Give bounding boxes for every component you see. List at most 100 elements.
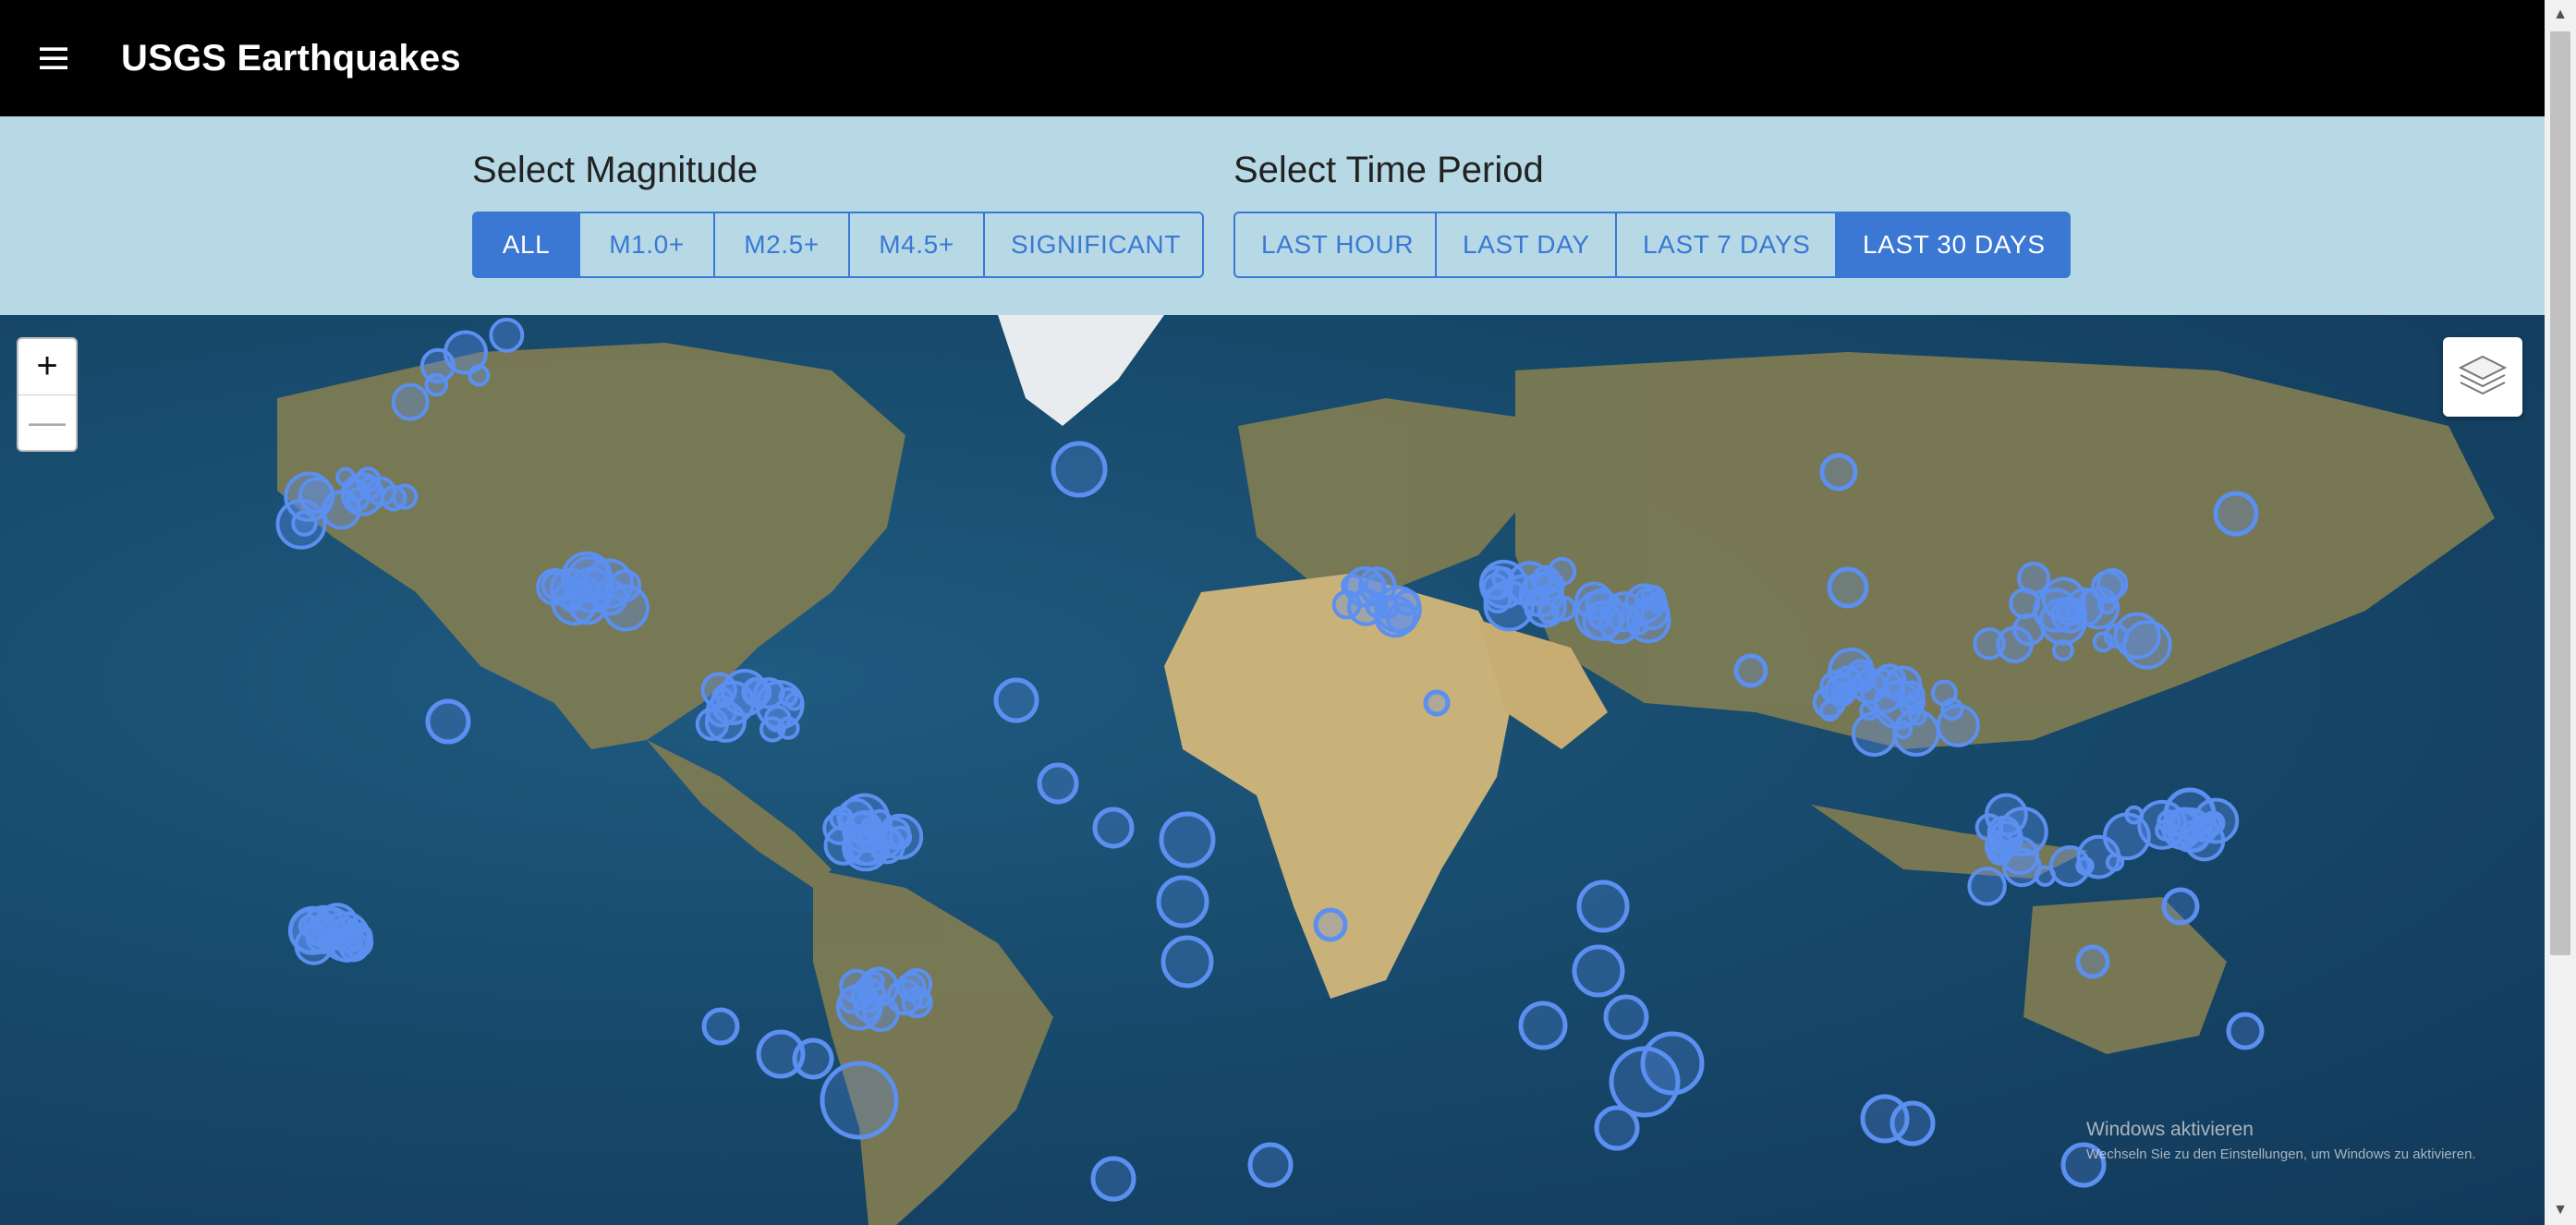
magnitude-all-button[interactable]: ALL [472,212,579,278]
earthquake-marker[interactable] [1603,994,1649,1040]
earthquake-marker[interactable] [2163,787,2217,841]
earthquake-marker[interactable] [2213,491,2259,537]
earthquake-marker[interactable] [2051,638,2074,661]
time-last-7-days-button[interactable]: LAST 7 DAYS [1616,212,1836,278]
earthquake-marker[interactable] [1967,867,2007,906]
earthquake-marker[interactable] [1940,697,1964,722]
earthquake-marker[interactable] [1037,762,1079,805]
earthquake-marker[interactable] [1247,1142,1294,1188]
earthquake-marker[interactable] [443,330,489,375]
earthquake-marker[interactable] [1576,879,1630,933]
earthquake-marker[interactable] [291,510,318,537]
earthquake-marker[interactable] [287,905,338,955]
earthquake-marker[interactable] [342,921,364,943]
earthquake-marker[interactable] [2064,587,2105,627]
time-period-filter: Select Time Period LAST HOUR LAST DAY LA… [1233,150,2071,278]
earthquake-marker[interactable] [2226,1012,2265,1050]
earthquake-marker[interactable] [1640,1031,1705,1096]
earthquake-marker[interactable] [1594,1105,1640,1151]
earthquake-marker[interactable] [2075,944,2110,979]
hamburger-menu-icon[interactable] [28,32,79,84]
earthquake-marker[interactable] [355,467,382,493]
earthquake-marker[interactable] [993,677,1039,723]
zoom-in-button[interactable]: + [18,339,76,394]
app-title: USGS Earthquakes [121,37,461,79]
earthquake-marker[interactable] [1159,811,1216,868]
earthquake-marker[interactable] [1987,819,2023,856]
scroll-down-arrow-icon[interactable]: ▼ [2545,1195,2576,1225]
earthquake-marker[interactable] [792,1037,834,1080]
magnitude-m2-5-button[interactable]: M2.5+ [714,212,849,278]
earthquake-marker[interactable] [1537,601,1560,625]
earthquake-marker[interactable] [1156,875,1209,928]
earthquake-marker[interactable] [1996,625,2034,663]
scrollbar-thumb[interactable] [2550,31,2570,955]
page-scrollbar[interactable]: ▲ ▼ [2545,0,2576,1225]
earthquake-marker[interactable] [1889,1100,1936,1146]
australia-landmass [2023,897,2227,1054]
earthquake-map[interactable]: + — Windows aktivieren Wechseln Sie zu d… [0,315,2545,1225]
magnitude-filter: Select Magnitude ALL M1.0+ M2.5+ M4.5+ S… [472,150,1204,278]
time-last-hour-button[interactable]: LAST HOUR [1233,212,1436,278]
earthquake-marker[interactable] [1090,1156,1136,1202]
earthquake-marker[interactable] [2092,631,2114,653]
earthquake-marker[interactable] [2113,612,2161,660]
earthquake-marker[interactable] [1160,935,1214,988]
earthquake-marker[interactable] [900,967,933,1001]
earthquake-marker[interactable] [1051,441,1108,498]
north-america-landmass [277,343,905,749]
earthquake-marker[interactable] [1819,453,1858,491]
time-last-day-button[interactable]: LAST DAY [1436,212,1616,278]
time-last-30-days-button[interactable]: LAST 30 DAYS [1836,212,2071,278]
watermark-title: Windows aktivieren [2086,1119,2254,1140]
earthquake-marker[interactable] [321,490,362,530]
app-root: USGS Earthquakes Select Magnitude ALL M1… [0,0,2576,1225]
earthquake-marker[interactable] [1827,566,1869,609]
earthquake-marker[interactable] [701,1007,740,1046]
earthquake-marker[interactable] [1313,907,1348,942]
earthquake-marker[interactable] [1572,944,1625,998]
magnitude-heading: Select Magnitude [472,150,759,190]
earthquake-marker[interactable] [763,705,792,733]
earthquake-marker[interactable] [1374,595,1417,638]
asia-landmass [1515,352,2495,749]
earthquake-marker[interactable] [335,467,356,488]
scroll-up-arrow-icon[interactable]: ▲ [2545,0,2576,30]
earthquake-marker[interactable] [721,668,769,717]
earthquake-marker[interactable] [1860,668,1906,714]
layers-icon [2458,355,2508,395]
zoom-out-button[interactable]: — [18,394,76,451]
earthquake-marker[interactable] [1423,689,1451,717]
earthquake-marker[interactable] [424,372,449,397]
earthquake-marker[interactable] [489,317,525,353]
earthquake-marker[interactable] [820,1061,899,1140]
earthquake-marker[interactable] [566,555,612,601]
earthquake-marker[interactable] [888,825,913,850]
earthquake-marker[interactable] [380,484,407,512]
time-period-heading: Select Time Period [1233,150,1544,190]
earthquake-marker[interactable] [1733,653,1768,688]
earthquake-marker[interactable] [2096,567,2129,600]
earthquake-marker[interactable] [838,986,867,1014]
earthquake-marker[interactable] [1634,594,1671,631]
layers-control-button[interactable] [2443,337,2522,417]
earthquake-marker[interactable] [2076,834,2121,879]
magnitude-m1-button[interactable]: M1.0+ [579,212,714,278]
earthquake-marker[interactable] [860,817,881,836]
earthquake-marker[interactable] [1518,1001,1568,1050]
earthquake-marker[interactable] [391,382,430,421]
earthquake-marker[interactable] [1092,807,1135,849]
windows-activation-watermark: Windows aktivieren Wechseln Sie zu den E… [2086,1119,2476,1162]
earthquake-marker[interactable] [425,698,471,745]
top-app-bar: USGS Earthquakes [0,0,2545,116]
magnitude-m4-5-button[interactable]: M4.5+ [849,212,984,278]
earthquake-marker[interactable] [1832,681,1855,703]
earthquake-marker[interactable] [2161,887,2200,926]
earthquake-marker[interactable] [1585,588,1619,622]
central-america-landmass [647,740,832,888]
earthquake-marker[interactable] [695,707,729,741]
earthquake-marker[interactable] [822,811,857,845]
greenland-landmass [998,315,1164,426]
earthquake-marker[interactable] [1479,565,1514,600]
magnitude-significant-button[interactable]: SIGNIFICANT [984,212,1204,278]
